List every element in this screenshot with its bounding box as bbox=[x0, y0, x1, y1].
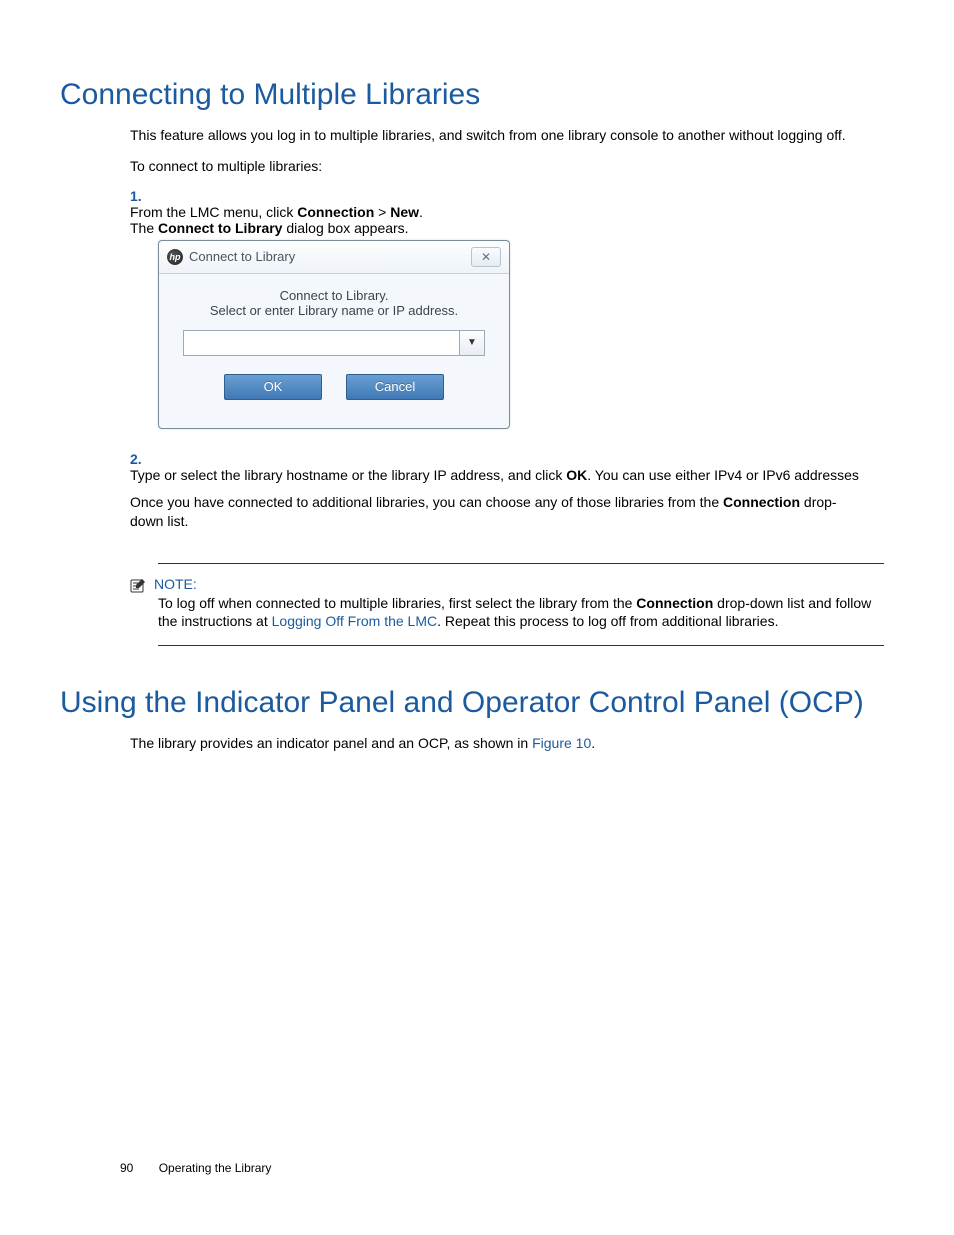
step1-seg-b: > bbox=[374, 204, 390, 220]
step-number-2: 2. bbox=[130, 451, 158, 467]
page-footer: 90 Operating the Library bbox=[120, 1161, 271, 1175]
heading-ocp: Using the Indicator Panel and Operator C… bbox=[60, 686, 894, 720]
library-input[interactable] bbox=[184, 331, 459, 355]
note-label: NOTE: bbox=[154, 576, 197, 592]
ocp-seg-a: The library provides an indicator panel … bbox=[130, 735, 532, 751]
note-icon bbox=[130, 577, 146, 591]
step2-line1: Type or select the library hostname or t… bbox=[130, 467, 859, 483]
figure-10-link[interactable]: Figure 10 bbox=[532, 735, 591, 751]
step1-line2-b: dialog box appears. bbox=[282, 220, 408, 236]
ocp-para-1: The library provides an indicator panel … bbox=[130, 734, 884, 753]
connect-to-library-dialog: hp Connect to Library ✕ Connect to Libra… bbox=[158, 240, 510, 429]
intro-para-2: To connect to multiple libraries: bbox=[130, 157, 884, 176]
note-bold-a: Connection bbox=[636, 595, 713, 611]
cancel-button[interactable]: Cancel bbox=[346, 374, 444, 400]
step2-seg-b: . You can use either IPv4 or IPv6 addres… bbox=[587, 467, 859, 483]
heading-connecting: Connecting to Multiple Libraries bbox=[60, 78, 894, 112]
close-button[interactable]: ✕ bbox=[471, 247, 501, 267]
dropdown-button[interactable]: ▼ bbox=[459, 331, 484, 355]
step1-line2-bold: Connect to Library bbox=[158, 220, 282, 236]
step2-seg-a: Type or select the library hostname or t… bbox=[130, 467, 566, 483]
step2-p2-a: Once you have connected to additional li… bbox=[130, 494, 723, 510]
step1-line2: The Connect to Library dialog box appear… bbox=[130, 220, 409, 236]
note-block: NOTE: To log off when connected to multi… bbox=[158, 563, 884, 647]
hp-logo-icon: hp bbox=[167, 249, 183, 265]
step1-bold-a: Connection bbox=[297, 204, 374, 220]
dialog-title: Connect to Library bbox=[189, 249, 295, 264]
step2-para2: Once you have connected to additional li… bbox=[130, 493, 870, 531]
step2-bold-a: OK bbox=[566, 467, 587, 483]
step1-seg-a: From the LMC menu, click bbox=[130, 204, 297, 220]
step1-bold-b: New bbox=[390, 204, 419, 220]
intro-para-1: This feature allows you log in to multip… bbox=[130, 126, 884, 145]
note-seg-c: . Repeat this process to log off from ad… bbox=[437, 613, 778, 629]
step1-line1: From the LMC menu, click Connection > Ne… bbox=[130, 204, 423, 220]
dialog-prompt-line2: Select or enter Library name or IP addre… bbox=[169, 303, 499, 318]
step2-p2-bold: Connection bbox=[723, 494, 800, 510]
dialog-prompt-line1: Connect to Library. bbox=[169, 288, 499, 303]
note-body: To log off when connected to multiple li… bbox=[158, 594, 884, 632]
close-icon: ✕ bbox=[481, 250, 491, 264]
ocp-seg-b: . bbox=[591, 735, 595, 751]
section-title: Operating the Library bbox=[159, 1161, 272, 1175]
page-number: 90 bbox=[120, 1161, 133, 1175]
library-combobox[interactable]: ▼ bbox=[183, 330, 485, 356]
step1-seg-c: . bbox=[419, 204, 423, 220]
dialog-titlebar: hp Connect to Library ✕ bbox=[159, 241, 509, 274]
step-number-1: 1. bbox=[130, 188, 158, 204]
chevron-down-icon: ▼ bbox=[467, 337, 477, 348]
note-seg-a: To log off when connected to multiple li… bbox=[158, 595, 636, 611]
ok-button[interactable]: OK bbox=[224, 374, 322, 400]
step1-line2-a: The bbox=[130, 220, 158, 236]
logging-off-link[interactable]: Logging Off From the LMC bbox=[272, 613, 437, 629]
